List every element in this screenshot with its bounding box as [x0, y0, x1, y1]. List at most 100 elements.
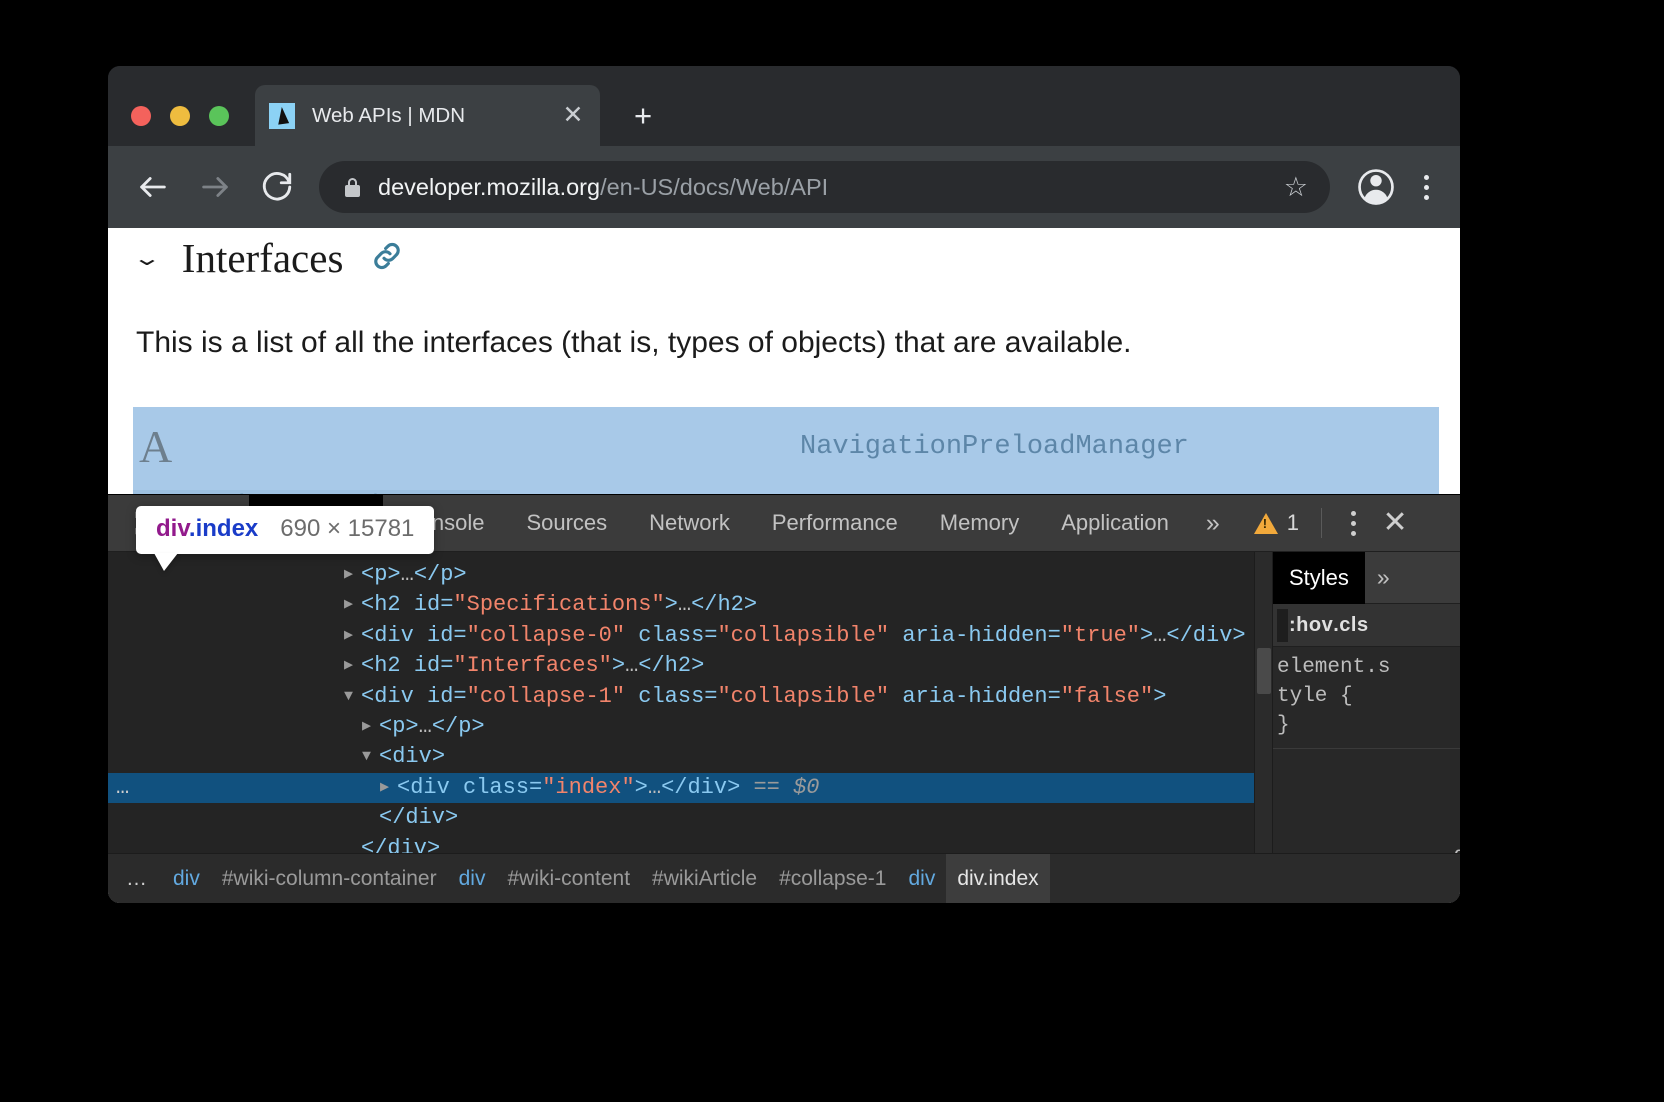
node-attrn: id — [413, 592, 441, 618]
node-punct: = — [704, 622, 718, 648]
node-punct: < — [361, 592, 375, 618]
twisty-collapsed-icon[interactable]: ▶ — [344, 590, 361, 620]
profile-avatar-icon[interactable] — [1352, 163, 1400, 211]
tab-network[interactable]: Network — [628, 495, 751, 552]
node-tag: div — [1192, 622, 1233, 648]
dom-node-row[interactable]: ▶</div> — [108, 803, 1254, 833]
node-punct: < — [379, 744, 393, 770]
back-button[interactable] — [129, 163, 177, 211]
toggle-cls-button[interactable]: .cls — [1333, 614, 1368, 637]
node-punct: </ — [661, 774, 688, 800]
node-punct: </ — [431, 713, 459, 739]
toggle-hov-button[interactable]: :hov — [1289, 614, 1333, 637]
index-entry-navigationpreloadmanager[interactable]: NavigationPreloadManager — [800, 416, 1189, 478]
node-tag: h2 — [374, 653, 401, 679]
node-attrn: id — [413, 653, 441, 679]
node-tag: p — [458, 713, 472, 739]
breadcrumb[interactable]: … div #wiki-column-container div #wiki-conte… — [108, 853, 1460, 903]
node-punct: > — [405, 713, 419, 739]
rule-selector[interactable]: div.index { — [1453, 845, 1460, 853]
browser-tab[interactable]: Web APIs | MDN ✕ — [255, 85, 600, 146]
warning-indicator[interactable]: 1 — [1236, 510, 1311, 536]
node-punct: </ — [379, 805, 406, 831]
twisty-collapsed-icon[interactable]: ▶ — [362, 712, 379, 742]
dom-node-row[interactable]: ▶ <p>…</p> — [108, 560, 1254, 590]
page-title: Interfaces — [181, 235, 344, 281]
link-icon[interactable] — [369, 238, 405, 279]
breadcrumb-item[interactable]: div — [897, 854, 946, 903]
node-punct: < — [361, 622, 375, 648]
node-punct: < — [397, 774, 411, 800]
browser-menu-button[interactable] — [1406, 163, 1446, 211]
dom-node-row[interactable]: ▶ <div id="collapse-0" class="collapsible… — [108, 621, 1254, 651]
close-devtools-button[interactable]: ✕ — [1370, 495, 1420, 552]
chevron-down-icon[interactable]: ⌄ — [132, 248, 161, 268]
twisty-collapsed-icon[interactable]: ▶ — [344, 560, 361, 590]
node-attrv: "index" — [542, 774, 635, 800]
twisty-collapsed-icon[interactable]: ▶ — [380, 773, 397, 803]
node-attrv: "collapse-0" — [466, 622, 626, 648]
node-attrv: "Specifications" — [453, 592, 665, 618]
breadcrumb-item[interactable]: div — [162, 854, 211, 903]
section-heading-row: ⌄ Interfaces — [132, 234, 405, 282]
dom-node-row[interactable]: ▼ <div> — [108, 742, 1254, 772]
address-bar[interactable]: developer.mozilla.org/en-US/docs/Web/API… — [319, 161, 1330, 213]
dom-tree[interactable]: ▶ <p>…</p> ▶ <h2 id="Specifications">…</h2>… — [108, 552, 1254, 853]
twisty-expanded-icon[interactable]: ▼ — [362, 742, 379, 772]
node-punct: > — [453, 562, 467, 587]
node-ellip: … — [677, 592, 692, 618]
node-tag: div — [374, 622, 414, 648]
dom-node-row[interactable]: … ▶ <div class="index">…</div> == $0 — [108, 772, 1254, 804]
minimize-window-button[interactable] — [170, 106, 190, 126]
breadcrumb-item[interactable]: #wiki-content — [496, 854, 641, 903]
tab-memory[interactable]: Memory — [919, 495, 1040, 552]
forward-button[interactable] — [191, 163, 239, 211]
breadcrumb-overflow[interactable]: … — [108, 867, 162, 891]
matched-css-rule[interactable]: wiki.ef3… div.index { -moz- column- 18em… — [1273, 749, 1460, 853]
breadcrumb-item[interactable]: div — [448, 854, 497, 903]
breadcrumb-item[interactable]: #collapse-1 — [768, 854, 897, 903]
twisty-expanded-icon[interactable]: ▼ — [344, 682, 361, 712]
node-punct: > — [611, 653, 626, 679]
reload-button[interactable] — [253, 163, 301, 211]
breadcrumb-item[interactable]: #wikiArticle — [641, 854, 768, 903]
tab-sources[interactable]: Sources — [505, 495, 628, 552]
twisty-collapsed-icon[interactable]: ▶ — [344, 651, 361, 681]
breadcrumb-item[interactable]: #wiki-column-container — [211, 854, 448, 903]
node-tag: h2 — [717, 592, 744, 618]
styles-more-tabs-icon[interactable]: » — [1365, 552, 1402, 604]
node-tag: p — [440, 562, 454, 587]
node-attrn: id — [427, 622, 454, 648]
more-tabs-icon[interactable]: » — [1190, 495, 1236, 552]
scrollbar-thumb[interactable] — [1257, 648, 1271, 694]
close-window-button[interactable] — [131, 106, 151, 126]
node-plain — [625, 684, 638, 709]
element-style-rule[interactable]: element.s tyle { } — [1273, 647, 1460, 749]
tooltip-dimensions: 690 × 15781 — [280, 515, 415, 542]
tab-application[interactable]: Application — [1040, 495, 1190, 552]
dom-node-row[interactable]: ▼ <div id="collapse-1" class="collapsible… — [108, 682, 1254, 712]
twisty-collapsed-icon[interactable]: ▶ — [344, 621, 361, 651]
dom-node-row[interactable]: ▶ <p>…</p> — [108, 712, 1254, 742]
tooltip-element-name: div.index — [156, 515, 258, 543]
dom-node-row[interactable]: ▶ <h2 id="Specifications">…</h2> — [108, 590, 1254, 620]
tab-strip: Web APIs | MDN ✕ + — [108, 66, 1460, 146]
dom-node-row[interactable]: ▶</div> — [108, 834, 1254, 853]
dom-node-row[interactable]: ▶ <h2 id="Interfaces">…</h2> — [108, 651, 1254, 681]
node-attrn: class — [638, 622, 705, 648]
node-attrn: class — [463, 774, 530, 800]
close-tab-button[interactable]: ✕ — [560, 103, 586, 128]
tab-styles[interactable]: Styles — [1273, 552, 1365, 604]
warning-triangle-icon — [1253, 512, 1278, 534]
bookmark-star-icon[interactable]: ☆ — [1278, 173, 1314, 201]
tab-performance[interactable]: Performance — [751, 495, 919, 552]
new-tab-button[interactable]: + — [634, 100, 652, 131]
devtools-menu-button[interactable] — [1336, 495, 1370, 552]
dom-tree-scrollbar[interactable] — [1254, 552, 1272, 853]
breadcrumb-item[interactable]: div.index — [946, 854, 1050, 903]
window-controls — [131, 106, 229, 126]
node-ellipsis-badge[interactable]: … — [116, 773, 130, 803]
devtools-body: ▶ <p>…</p> ▶ <h2 id="Specifications">…</h2>… — [108, 552, 1460, 853]
node-tag: p — [374, 562, 388, 587]
maximize-window-button[interactable] — [209, 106, 229, 126]
